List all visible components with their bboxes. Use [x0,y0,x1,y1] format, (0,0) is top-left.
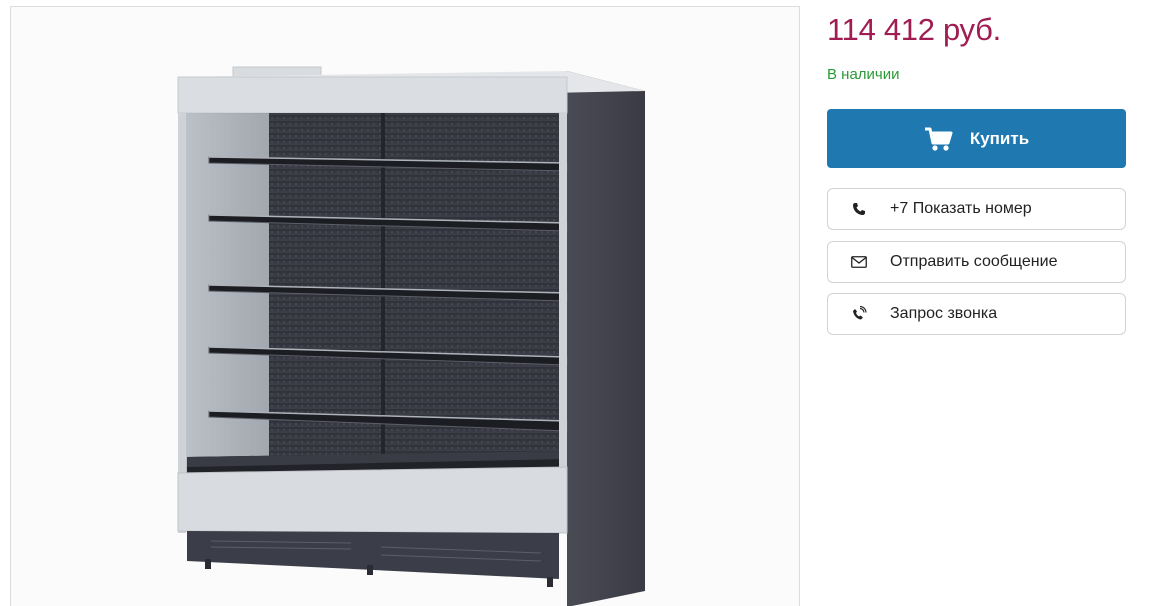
send-message-button[interactable]: Отправить сообщение [827,241,1126,283]
buy-button-label: Купить [969,128,1030,148]
phone-icon [828,202,890,216]
request-callback-label: Запрос звонка [890,305,998,322]
availability-status: В наличии [827,66,900,83]
product-image-frame[interactable] [10,6,800,606]
cart-icon [924,126,954,152]
request-callback-button[interactable]: Запрос звонка [827,293,1126,335]
send-message-label: Отправить сообщение [890,253,1058,270]
phone-ringing-icon [828,306,890,322]
buy-button[interactable]: Купить [827,109,1126,168]
show-phone-label: +7 Показать номер [890,200,1032,217]
envelope-icon [828,256,890,268]
show-phone-button[interactable]: +7 Показать номер [827,188,1126,230]
product-price: 114 412 руб. [827,12,1001,47]
product-image[interactable] [11,7,800,606]
